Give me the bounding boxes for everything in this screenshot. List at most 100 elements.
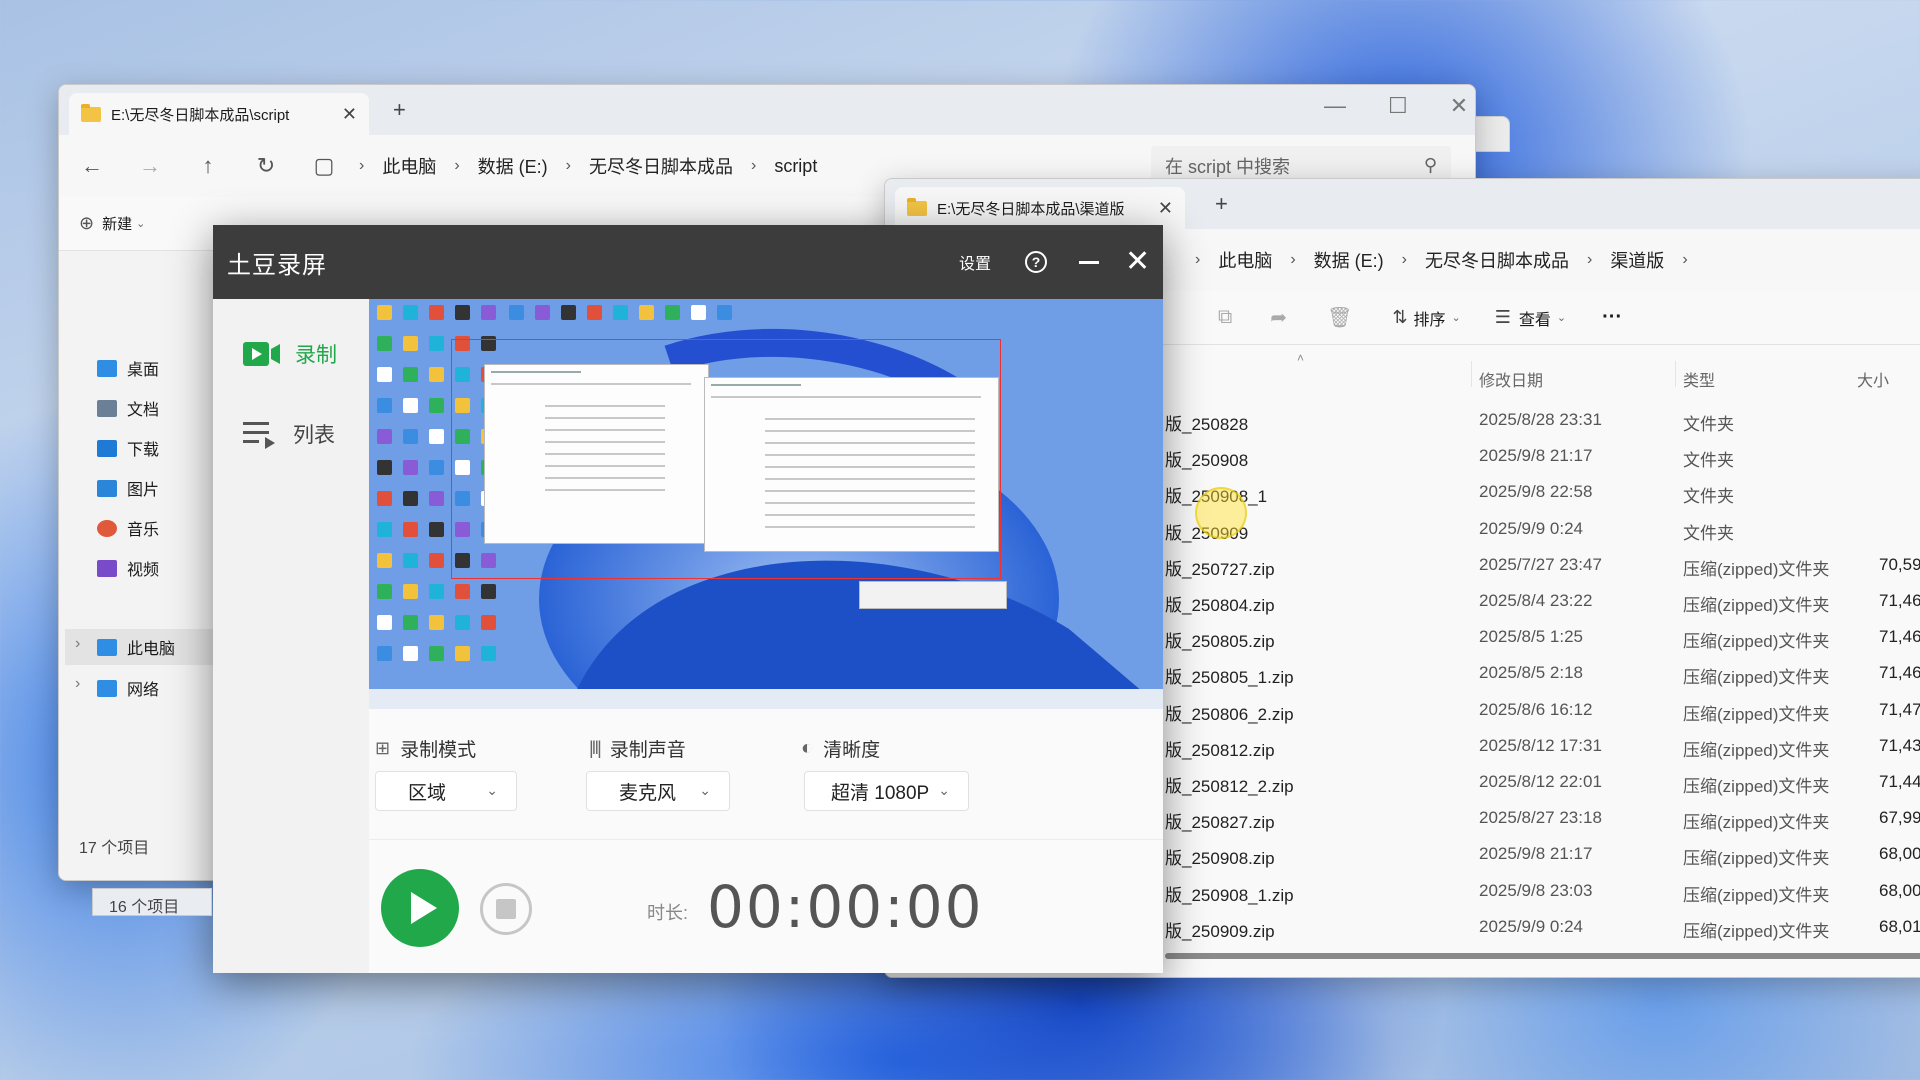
delete-icon[interactable]: 🗑	[1327, 305, 1352, 330]
mode-select[interactable]: 区域 ⌄	[375, 771, 517, 811]
nav-list[interactable]: 列表	[243, 419, 335, 449]
breadcrumb-item[interactable]: 无尽冬日脚本成品	[589, 153, 733, 179]
sort-button[interactable]: 排序	[1414, 306, 1446, 330]
desktop-shortcut-icon	[429, 553, 444, 568]
camera-icon	[243, 342, 280, 366]
cursor-highlight	[1195, 487, 1247, 539]
new-button[interactable]: 新建	[102, 213, 132, 234]
file-type: 压缩(zipped)文件夹	[1683, 559, 1830, 579]
desktop-shortcut-icon	[403, 367, 418, 382]
breadcrumb-item[interactable]: 渠道版	[1610, 247, 1664, 273]
file-type: 文件夹	[1683, 487, 1734, 507]
breadcrumb-item[interactable]: script	[774, 156, 817, 177]
start-record-button[interactable]	[381, 869, 459, 947]
duration-label: 时长:	[647, 903, 689, 923]
sidebar-item-pictures[interactable]: 图片	[97, 476, 159, 500]
mode-label: ⊞ 录制模式	[375, 735, 476, 762]
plus-circle-icon: ⊕	[79, 213, 95, 233]
more-options-button[interactable]: ···	[1602, 306, 1622, 329]
file-name: 版_250805.zip	[1165, 632, 1275, 652]
tab-close-icon[interactable]: ✕	[1158, 198, 1173, 219]
settings-button[interactable]: 设置	[959, 250, 991, 274]
sidebar-item-this-pc[interactable]: 此电脑	[65, 629, 215, 665]
quality-label: ◐ 清晰度	[801, 735, 880, 762]
column-divider[interactable]	[1675, 361, 1676, 387]
file-date: 2025/9/8 21:17	[1479, 844, 1593, 864]
nav-record[interactable]: 录制	[243, 339, 337, 369]
folder-icon	[81, 103, 101, 122]
chevron-right-icon[interactable]: ›	[75, 635, 80, 653]
sidebar-item-network[interactable]: 网络	[97, 676, 159, 700]
file-type: 压缩(zipped)文件夹	[1683, 813, 1830, 833]
stop-record-button[interactable]	[480, 883, 532, 935]
sidebar-item-desktop[interactable]: 桌面	[97, 356, 159, 380]
sidebar-item-documents[interactable]: 文档	[97, 396, 159, 420]
refresh-icon[interactable]: ↻	[237, 153, 295, 179]
breadcrumb-item[interactable]: 无尽冬日脚本成品	[1425, 247, 1569, 273]
sidebar-item-videos[interactable]: 视频	[97, 556, 159, 580]
duration-timer: 00:00:00	[707, 873, 984, 941]
file-size: 68,01	[1879, 916, 1920, 936]
file-name: 版_250828	[1165, 415, 1249, 434]
desktop-icon	[97, 359, 117, 377]
new-tab-button[interactable]: +	[393, 97, 406, 123]
file-date: 2025/8/5 2:18	[1479, 663, 1583, 683]
picture-icon	[97, 479, 117, 497]
close-icon[interactable]: ✕	[1450, 93, 1468, 119]
sidebar-item-downloads[interactable]: 下载	[97, 436, 159, 460]
audio-label-text: 录制声音	[609, 740, 686, 761]
breadcrumb-item[interactable]: 此电脑	[382, 153, 436, 179]
monitor-icon[interactable]: ▢	[295, 153, 353, 179]
app-title: 土豆录屏	[227, 251, 327, 279]
desktop-shortcut-icon	[403, 553, 418, 568]
tab-close-icon[interactable]: ✕	[342, 104, 357, 125]
forward-icon[interactable]: →	[121, 153, 179, 179]
desktop-shortcut-icon	[377, 367, 392, 382]
desktop-shortcut-icon	[455, 584, 470, 599]
maximize-icon[interactable]: ☐	[1388, 93, 1408, 119]
copy-icon[interactable]: ⧉	[1218, 306, 1232, 329]
audio-select[interactable]: 麦克风 ⌄	[586, 771, 730, 811]
file-date: 2025/9/8 23:03	[1479, 880, 1593, 900]
file-name: 版_250812_2.zip	[1165, 777, 1294, 796]
sidebar-item-label: 视频	[127, 562, 160, 579]
file-type: 压缩(zipped)文件夹	[1683, 921, 1830, 941]
sound-wave-icon: |‖|	[589, 738, 602, 758]
file-name: 版_250806_2.zip	[1165, 704, 1294, 724]
tab-channel[interactable]: E:\无尽冬日脚本成品\渠道版 ✕	[895, 187, 1185, 229]
list-icon	[243, 422, 275, 449]
view-button[interactable]: 查看	[1519, 306, 1551, 330]
desktop-shortcut-icon	[429, 522, 444, 537]
file-size: 68,00	[1879, 844, 1920, 864]
desktop-shortcut-icon	[377, 305, 392, 320]
chevron-right-icon: ›	[1195, 251, 1201, 268]
column-header-size[interactable]: 大小	[1857, 367, 1889, 391]
quality-select[interactable]: 超清 1080P ⌄	[804, 771, 969, 811]
sidebar-item-music[interactable]: 音乐	[97, 516, 159, 540]
share-icon[interactable]: ➦	[1270, 305, 1287, 330]
column-header-date[interactable]: 修改日期	[1479, 367, 1543, 391]
horizontal-scrollbar[interactable]	[1165, 953, 1920, 959]
close-icon[interactable]: ✕	[1125, 247, 1150, 277]
new-tab-button[interactable]: +	[1215, 191, 1228, 217]
video-icon	[97, 559, 117, 577]
file-date: 2025/8/12 17:31	[1479, 735, 1602, 755]
up-icon[interactable]: ↑	[179, 153, 237, 179]
status-item-count: 16 个项目	[92, 888, 212, 916]
chevron-down-icon: ⌄	[136, 218, 146, 230]
file-size: 71,43	[1879, 735, 1920, 755]
help-icon[interactable]: ?	[1025, 251, 1047, 273]
minimize-icon[interactable]: —	[1324, 93, 1346, 119]
desktop-shortcut-icon	[429, 429, 444, 444]
breadcrumb-item[interactable]: 数据 (E:)	[478, 153, 548, 179]
chevron-right-icon: ›	[1401, 251, 1407, 268]
breadcrumb-item[interactable]: 此电脑	[1218, 247, 1272, 273]
column-header-type[interactable]: 类型	[1683, 367, 1715, 391]
back-icon[interactable]: ←	[63, 153, 121, 179]
minimize-icon[interactable]	[1079, 260, 1099, 264]
tab-script[interactable]: E:\无尽冬日脚本成品\script ✕	[69, 93, 369, 135]
chevron-right-icon[interactable]: ›	[75, 675, 80, 693]
column-divider[interactable]	[1471, 361, 1472, 387]
breadcrumb-item[interactable]: 数据 (E:)	[1314, 247, 1384, 273]
desktop-shortcut-icon	[481, 584, 496, 599]
